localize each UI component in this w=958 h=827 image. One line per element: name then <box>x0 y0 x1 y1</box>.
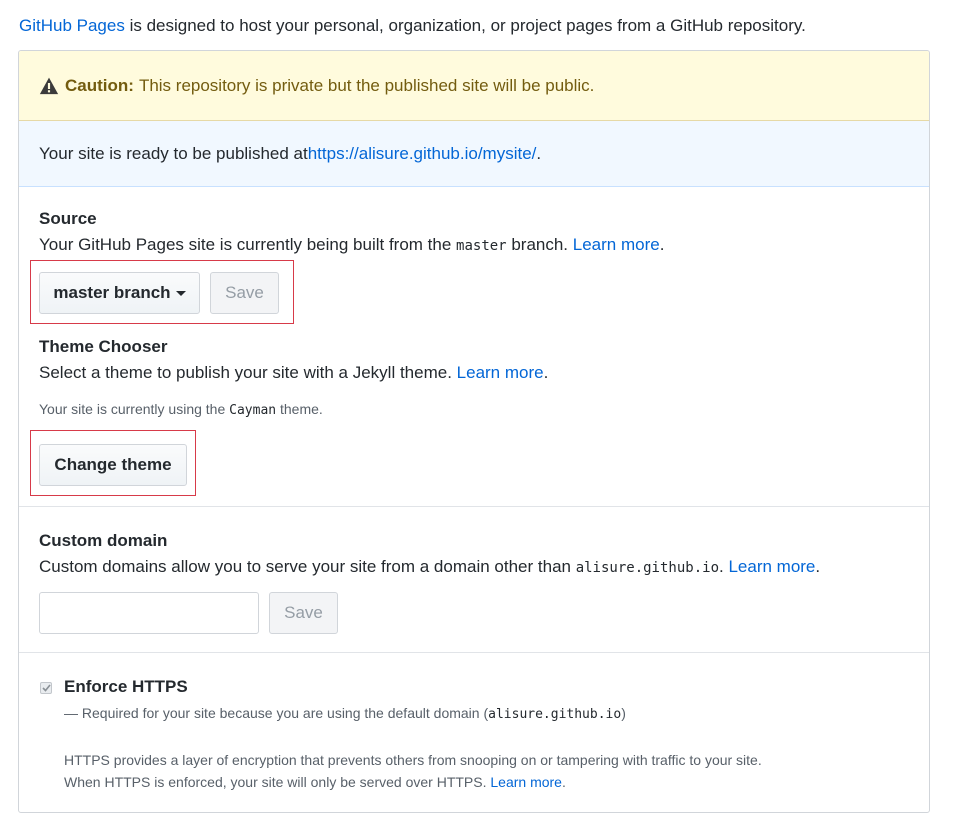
checkmark-icon <box>41 684 51 692</box>
publish-status-suffix: . <box>536 143 542 163</box>
intro-text: GitHub Pages is designed to host your pe… <box>19 14 806 38</box>
https-required-note: — Required for your site because you are… <box>64 705 626 722</box>
default-domain-code: alisure.github.io <box>575 560 719 576</box>
publish-status-banner: Your site is ready to be published at ht… <box>19 121 929 187</box>
https-learn-more-link[interactable]: Learn more <box>490 774 562 790</box>
caution-banner: Caution: This repository is private but t… <box>19 51 929 121</box>
pages-settings-box: Caution: This repository is private but t… <box>18 50 930 813</box>
https-description-line1: HTTPS provides a layer of encryption tha… <box>64 752 762 768</box>
github-pages-link[interactable]: GitHub Pages <box>19 16 125 35</box>
theme-learn-more-link[interactable]: Learn more <box>457 363 544 382</box>
custom-domain-save-button[interactable]: Save <box>269 592 338 634</box>
current-theme-text: Your site is currently using the Cayman … <box>39 401 323 418</box>
caret-down-icon <box>175 290 186 296</box>
branch-select-button[interactable]: master branch <box>39 272 200 314</box>
https-domain-code: alisure.github.io <box>488 707 622 722</box>
intro-description: is designed to host your personal, organ… <box>124 16 806 35</box>
branch-code: master <box>456 238 507 254</box>
caution-label: Caution: <box>65 75 134 95</box>
theme-chooser-title: Theme Chooser <box>39 337 168 356</box>
enforce-https-checkbox[interactable] <box>40 682 52 694</box>
source-save-button[interactable]: Save <box>210 272 279 314</box>
custom-domain-input[interactable] <box>39 592 259 634</box>
caution-text: This repository is private but the publi… <box>138 75 595 95</box>
custom-domain-learn-more-link[interactable]: Learn more <box>728 557 815 576</box>
source-description: Your GitHub Pages site is currently bein… <box>39 235 665 254</box>
source-learn-more-link[interactable]: Learn more <box>573 235 660 254</box>
source-title: Source <box>39 209 97 228</box>
https-description-line2: When HTTPS is enforced, your site will o… <box>64 774 566 790</box>
alert-triangle-icon <box>39 77 59 94</box>
custom-domain-description: Custom domains allow you to serve your s… <box>39 557 821 576</box>
current-theme-name: Cayman <box>229 403 277 418</box>
publish-status-text: Your site is ready to be published at <box>39 143 308 163</box>
source-and-theme-section: Source Your GitHub Pages site is current… <box>19 187 929 507</box>
custom-domain-title: Custom domain <box>39 531 168 550</box>
enforce-https-label: Enforce HTTPS <box>64 677 188 696</box>
site-url-link[interactable]: https://alisure.github.io/mysite/ <box>308 144 537 164</box>
theme-chooser-description: Select a theme to publish your site with… <box>39 363 549 382</box>
custom-domain-section: Custom domain Custom domains allow you t… <box>19 507 929 653</box>
change-theme-button[interactable]: Change theme <box>39 444 187 486</box>
enforce-https-section: Enforce HTTPS — Required for your site b… <box>19 653 929 812</box>
